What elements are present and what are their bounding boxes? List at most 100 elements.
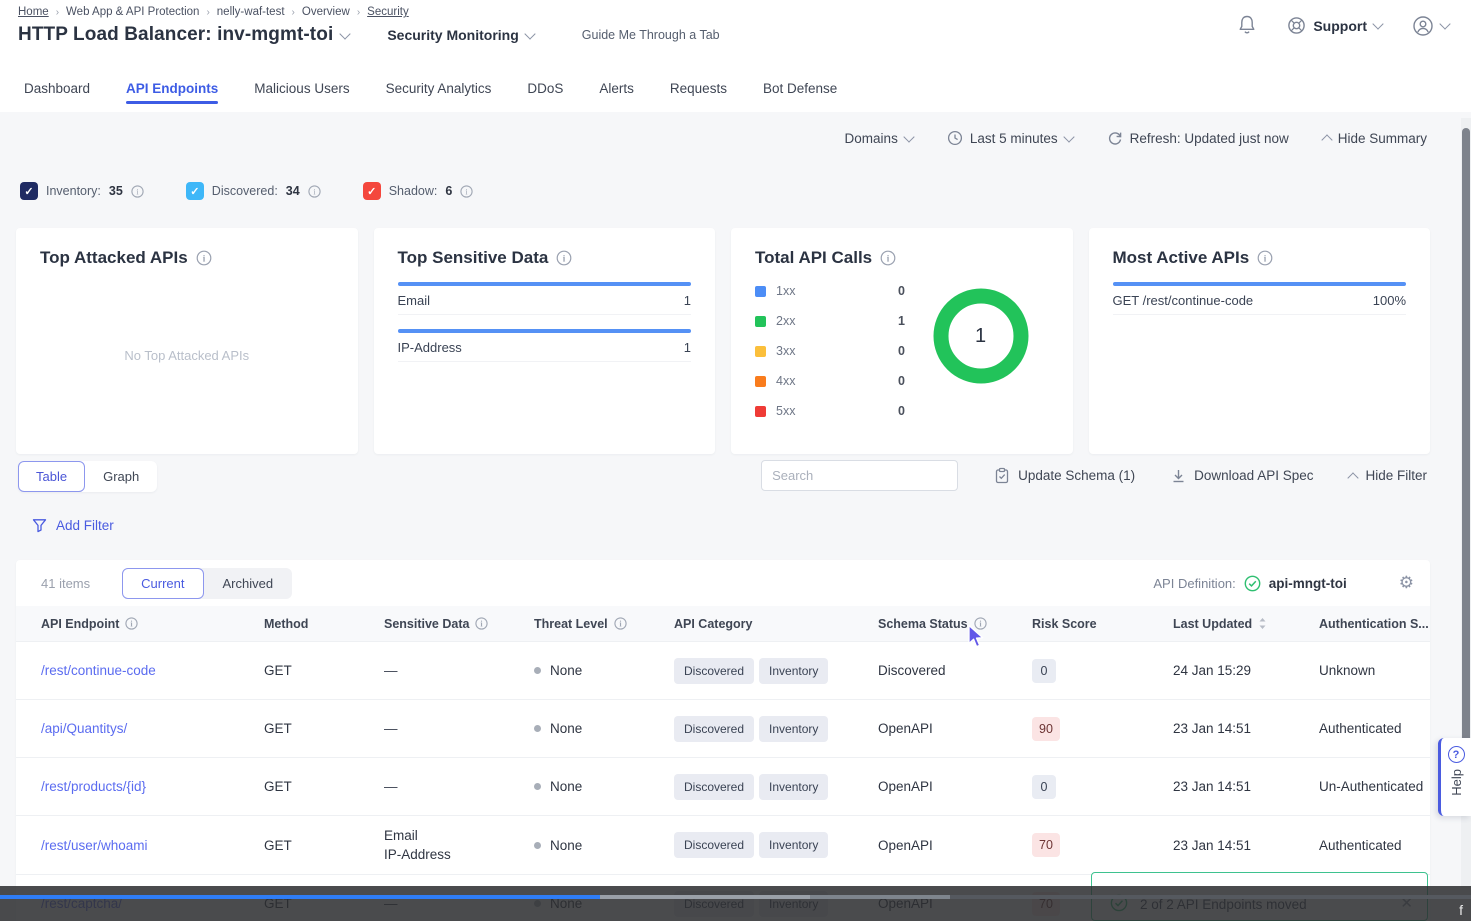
info-icon[interactable]: i bbox=[131, 185, 144, 198]
col-threat-level[interactable]: Threat Leveli bbox=[518, 617, 658, 631]
endpoint-link[interactable]: /rest/products/{id} bbox=[25, 769, 248, 804]
discovered-checkbox[interactable]: ✓ bbox=[186, 182, 204, 200]
legend-label: 1xx bbox=[776, 284, 795, 298]
breadcrumb-waap[interactable]: Web App & API Protection bbox=[66, 6, 199, 18]
video-progress-bar[interactable] bbox=[0, 895, 1471, 899]
filter-inventory[interactable]: ✓ Inventory: 35 i bbox=[20, 182, 144, 200]
table-row[interactable]: /rest/products/{id} GET — None Discovere… bbox=[16, 757, 1430, 815]
col-risk-score[interactable]: Risk Score bbox=[1016, 617, 1157, 631]
chevron-down-icon[interactable] bbox=[340, 28, 351, 39]
sort-icon[interactable] bbox=[1258, 617, 1267, 630]
info-icon[interactable]: i bbox=[880, 250, 896, 266]
info-icon[interactable]: i bbox=[125, 617, 138, 630]
breadcrumb: Home › Web App & API Protection › nelly-… bbox=[18, 6, 409, 18]
tab-ddos[interactable]: DDoS bbox=[527, 67, 563, 108]
info-icon[interactable]: i bbox=[974, 617, 987, 630]
shadow-checkbox[interactable]: ✓ bbox=[363, 182, 381, 200]
gear-icon[interactable]: ⚙ bbox=[1399, 573, 1414, 593]
category-pill[interactable]: Inventory bbox=[759, 774, 828, 800]
chevron-down-icon bbox=[524, 28, 535, 39]
filter-shadow[interactable]: ✓ Shadow: 6 i bbox=[363, 182, 474, 200]
time-range-dropdown[interactable]: Last 5 minutes bbox=[947, 130, 1073, 146]
breadcrumb-lb[interactable]: nelly-waf-test bbox=[217, 6, 285, 18]
inventory-checkbox[interactable]: ✓ bbox=[20, 182, 38, 200]
info-icon[interactable]: i bbox=[556, 250, 572, 266]
monitoring-select[interactable]: Security Monitoring bbox=[387, 27, 533, 43]
filter-discovered[interactable]: ✓ Discovered: 34 i bbox=[186, 182, 321, 200]
info-icon[interactable]: i bbox=[308, 185, 321, 198]
category-pill[interactable]: Discovered bbox=[674, 774, 754, 800]
breadcrumb-home[interactable]: Home bbox=[18, 6, 49, 18]
tab-security-analytics[interactable]: Security Analytics bbox=[386, 67, 492, 108]
view-toggle-graph[interactable]: Graph bbox=[85, 461, 157, 492]
sensitive-data-row[interactable]: IP-Address 1 bbox=[398, 329, 692, 362]
breadcrumb-separator: › bbox=[206, 7, 209, 18]
tab-bot-defense[interactable]: Bot Defense bbox=[763, 67, 837, 108]
sensitive-data-row[interactable]: Email 1 bbox=[398, 282, 692, 315]
toggle-archived[interactable]: Archived bbox=[204, 568, 293, 599]
tab-malicious-users[interactable]: Malicious Users bbox=[254, 67, 349, 108]
category-pill[interactable]: Inventory bbox=[759, 658, 828, 684]
sensitive-label: Email bbox=[398, 293, 431, 308]
tab-api-endpoints[interactable]: API Endpoints bbox=[126, 67, 218, 108]
search-input[interactable] bbox=[761, 460, 958, 491]
top-header: Home › Web App & API Protection › nelly-… bbox=[0, 0, 1471, 62]
card-total-api-calls: Total API Calls i 1xx0 2xx1 3xx0 4xx0 5x… bbox=[731, 228, 1073, 454]
tab-alerts[interactable]: Alerts bbox=[599, 67, 634, 108]
legend-row-3xx[interactable]: 3xx0 bbox=[755, 344, 905, 358]
toggle-current[interactable]: Current bbox=[122, 568, 203, 599]
endpoint-link[interactable]: /rest/user/whoami bbox=[25, 828, 248, 863]
view-toggle-table[interactable]: Table bbox=[18, 461, 85, 492]
account-menu[interactable] bbox=[1412, 15, 1449, 37]
refresh-button[interactable]: Refresh: Updated just now bbox=[1107, 130, 1289, 146]
col-sensitive-data[interactable]: Sensitive Datai bbox=[368, 617, 518, 631]
update-schema-button[interactable]: Update Schema (1) bbox=[994, 467, 1135, 484]
breadcrumb-overview[interactable]: Overview bbox=[302, 6, 350, 18]
schema-status-cell: Discovered bbox=[862, 653, 1016, 688]
info-icon[interactable]: i bbox=[196, 250, 212, 266]
col-api-endpoint[interactable]: API Endpointi bbox=[25, 617, 248, 631]
hide-summary-button[interactable]: Hide Summary bbox=[1323, 131, 1427, 146]
notifications-bell-icon[interactable] bbox=[1237, 14, 1257, 37]
legend-row-4xx[interactable]: 4xx0 bbox=[755, 374, 905, 388]
active-api-row[interactable]: GET /rest/continue-code 100% bbox=[1113, 282, 1407, 315]
guide-me-link[interactable]: Guide Me Through a Tab bbox=[582, 28, 720, 42]
help-tab[interactable]: ? Help bbox=[1438, 738, 1471, 816]
support-menu[interactable]: Support bbox=[1287, 16, 1382, 35]
col-authentication-status[interactable]: Authentication S... bbox=[1303, 617, 1430, 631]
info-icon[interactable]: i bbox=[1257, 250, 1273, 266]
col-schema-status[interactable]: Schema Statusi bbox=[862, 617, 1016, 631]
scrollbar-thumb[interactable] bbox=[1462, 128, 1470, 788]
api-definition-value[interactable]: api-mngt-toi bbox=[1269, 576, 1347, 591]
api-calls-donut-chart[interactable]: 1 bbox=[933, 288, 1029, 384]
category-pill[interactable]: Inventory bbox=[759, 716, 828, 742]
category-pill[interactable]: Discovered bbox=[674, 658, 754, 684]
hide-filter-button[interactable]: Hide Filter bbox=[1349, 468, 1427, 483]
info-icon[interactable]: i bbox=[614, 617, 627, 630]
category-pill[interactable]: Discovered bbox=[674, 716, 754, 742]
category-pill[interactable]: Inventory bbox=[759, 832, 828, 858]
download-api-spec-button[interactable]: Download API Spec bbox=[1171, 468, 1313, 484]
endpoint-link[interactable]: /rest/continue-code bbox=[25, 653, 248, 688]
add-filter-button[interactable]: Add Filter bbox=[32, 518, 114, 533]
table-row[interactable]: /rest/user/whoami GET EmailIP-Address No… bbox=[16, 815, 1430, 874]
svg-text:i: i bbox=[887, 253, 890, 263]
info-icon[interactable]: i bbox=[460, 185, 473, 198]
col-method[interactable]: Method bbox=[248, 617, 368, 631]
category-pill[interactable]: Discovered bbox=[674, 832, 754, 858]
col-last-updated[interactable]: Last Updated bbox=[1157, 617, 1303, 631]
tab-requests[interactable]: Requests bbox=[670, 67, 727, 108]
table-row[interactable]: /api/Quantitys/ GET — None DiscoveredInv… bbox=[16, 699, 1430, 757]
legend-row-2xx[interactable]: 2xx1 bbox=[755, 314, 905, 328]
chevron-down-icon bbox=[1372, 18, 1383, 29]
domains-dropdown[interactable]: Domains bbox=[845, 131, 913, 146]
legend-row-5xx[interactable]: 5xx0 bbox=[755, 404, 905, 418]
endpoint-link[interactable]: /api/Quantitys/ bbox=[25, 711, 248, 746]
legend-row-1xx[interactable]: 1xx0 bbox=[755, 284, 905, 298]
table-row[interactable]: /rest/continue-code GET — None Discovere… bbox=[16, 641, 1430, 699]
col-api-category[interactable]: API Category bbox=[658, 617, 862, 631]
tab-dashboard[interactable]: Dashboard bbox=[24, 67, 90, 108]
card-title: Top Attacked APIs bbox=[40, 248, 188, 268]
breadcrumb-security[interactable]: Security bbox=[367, 6, 409, 18]
info-icon[interactable]: i bbox=[475, 617, 488, 630]
